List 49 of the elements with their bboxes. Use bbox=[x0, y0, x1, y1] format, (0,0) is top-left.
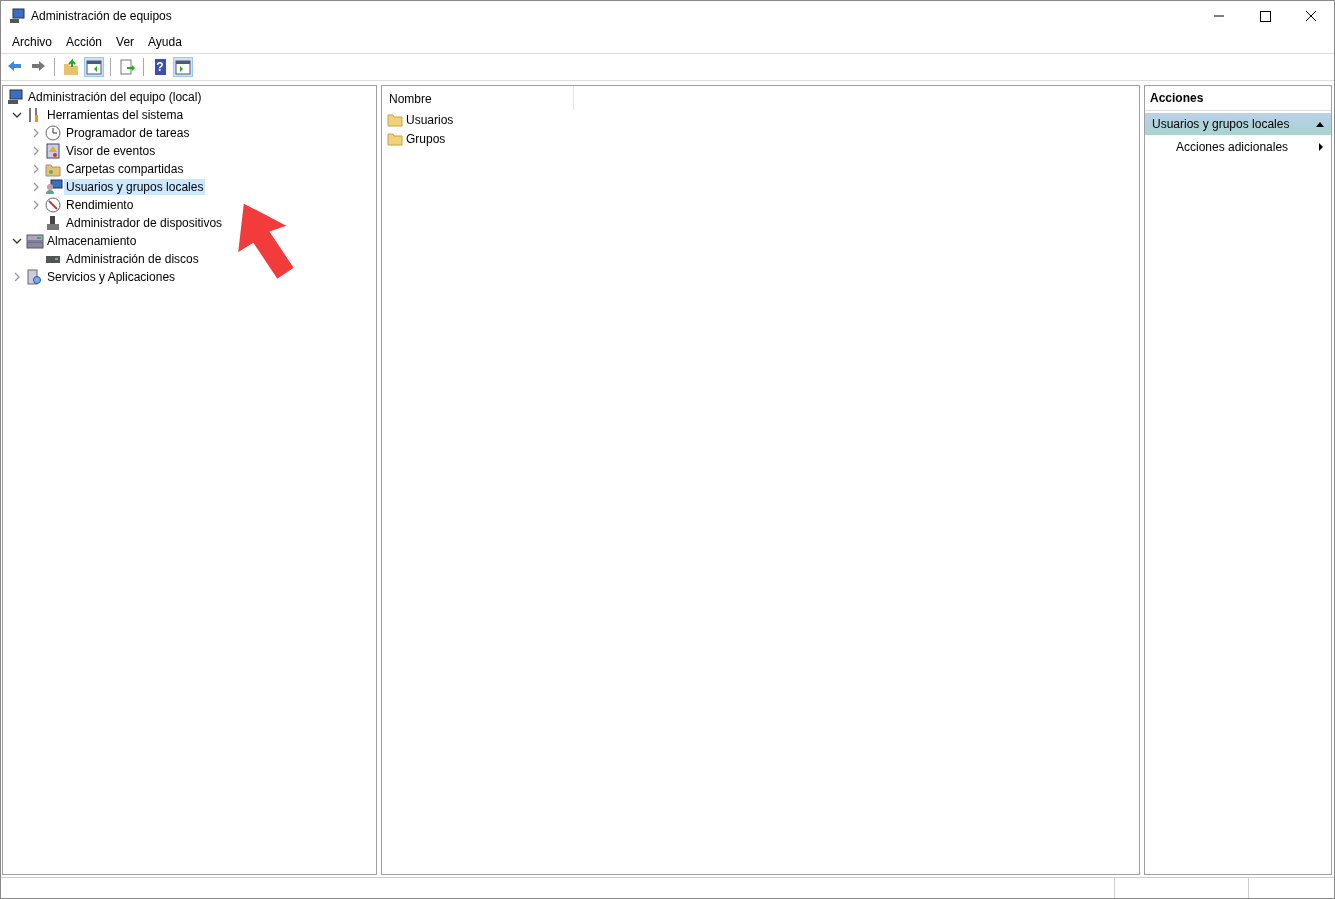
event-log-icon bbox=[45, 143, 61, 159]
column-header[interactable]: Nombre bbox=[382, 86, 574, 110]
collapse-triangle-icon[interactable] bbox=[1315, 120, 1325, 128]
computer-icon bbox=[7, 89, 23, 105]
window-pane-icon bbox=[175, 60, 191, 75]
help-button[interactable]: ? bbox=[150, 57, 170, 77]
back-arrow-icon bbox=[8, 61, 21, 71]
actions-section[interactable]: Usuarios y grupos locales bbox=[1145, 113, 1331, 135]
window-title: Administración de equipos bbox=[31, 9, 173, 23]
app-icon bbox=[9, 8, 25, 24]
tree-item[interactable]: Administración del equipo (local) bbox=[26, 89, 204, 105]
tree-item[interactable]: Programador de tareas bbox=[64, 125, 192, 141]
tree-item[interactable]: Visor de eventos bbox=[64, 143, 158, 159]
up-folder-button[interactable] bbox=[61, 57, 81, 77]
list-item[interactable]: Grupos bbox=[406, 131, 446, 146]
shared-folder-icon bbox=[45, 161, 61, 177]
folder-icon bbox=[387, 112, 403, 127]
tree-item[interactable]: Usuarios y grupos locales bbox=[64, 179, 206, 195]
menu-item[interactable]: Archivo bbox=[5, 35, 59, 49]
gauge-icon bbox=[45, 197, 61, 213]
export-document-icon bbox=[120, 59, 135, 75]
menu-item[interactable]: Ver bbox=[109, 35, 142, 49]
users-icon bbox=[45, 179, 63, 195]
device-icon bbox=[45, 215, 61, 231]
server-gear-icon bbox=[26, 269, 42, 285]
clock-icon bbox=[45, 125, 61, 141]
console-tree-button[interactable] bbox=[84, 57, 104, 77]
menu-item[interactable]: Ayuda bbox=[141, 35, 189, 49]
folder-icon bbox=[387, 131, 403, 146]
export-list-button[interactable] bbox=[117, 57, 137, 77]
tree-item[interactable]: Almacenamiento bbox=[45, 233, 139, 249]
storage-icon bbox=[26, 233, 44, 249]
chevron-down-icon[interactable] bbox=[11, 236, 22, 246]
tree-item[interactable]: Rendimiento bbox=[64, 197, 136, 213]
tree-item[interactable]: Carpetas compartidas bbox=[64, 161, 186, 177]
submenu-triangle-icon bbox=[1318, 142, 1324, 152]
window-pane-icon bbox=[86, 60, 102, 75]
folder-up-icon bbox=[64, 58, 78, 75]
action-link[interactable]: Acciones adicionales bbox=[1145, 135, 1331, 159]
tree-item[interactable]: Servicios y Aplicaciones bbox=[45, 269, 178, 285]
list-item[interactable]: Usuarios bbox=[406, 112, 454, 127]
tree-item[interactable]: Administración de discos bbox=[64, 251, 201, 267]
chevron-down-icon[interactable] bbox=[11, 110, 22, 120]
tree-item[interactable]: Herramientas del sistema bbox=[45, 107, 186, 123]
forward-arrow-icon bbox=[32, 61, 45, 71]
actions-header: Acciones bbox=[1145, 86, 1331, 111]
menu-item[interactable]: Acción bbox=[59, 35, 110, 49]
tree-item[interactable]: Administrador de dispositivos bbox=[64, 215, 225, 231]
action-pane-button[interactable] bbox=[173, 57, 193, 77]
